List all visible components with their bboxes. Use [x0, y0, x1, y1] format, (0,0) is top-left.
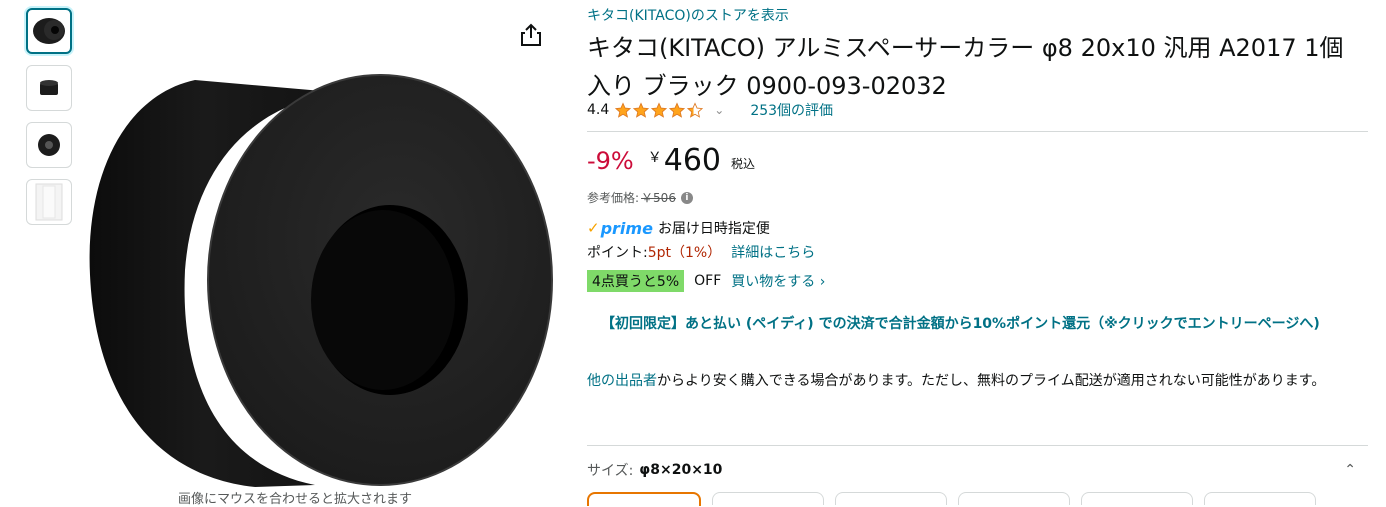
reference-price: 参考価格: ￥506 i: [587, 189, 693, 206]
divider: [587, 131, 1368, 132]
rating-row: 4.4 ⌄ 253個の評価: [587, 100, 833, 120]
thumbnail-2[interactable]: [26, 65, 72, 111]
thumbnail-4[interactable]: [26, 179, 72, 225]
star-rating[interactable]: [614, 101, 704, 119]
spacer-side-icon: [40, 80, 58, 95]
size-swatch[interactable]: [835, 492, 947, 505]
review-count-link[interactable]: 253個の評価: [750, 100, 833, 120]
product-title: キタコ(KITACO) アルミスペーサーカラー φ8 20x10 汎用 A201…: [587, 34, 1344, 100]
chevron-up-icon[interactable]: ⌃: [1344, 462, 1356, 478]
other-sellers-notice: 他の出品者からより安く購入できる場合があります。ただし、無料のプライム配送が適用…: [587, 370, 1357, 392]
price-amount: 460: [663, 143, 721, 178]
size-swatch[interactable]: [587, 492, 701, 506]
promotion-off: OFF: [694, 273, 722, 289]
prime-delivery: ✓ prime お届け日時指定便: [587, 218, 770, 238]
star-icon: [687, 101, 704, 118]
star-icon: [633, 101, 650, 118]
paidy-promotion-link[interactable]: 【初回限定】あと払い (ペイディ) での決済で合計金額から10%ポイント還元（※…: [601, 313, 1351, 335]
spacer-thumb-icon: [33, 18, 65, 44]
delivery-text: お届け日時指定便: [657, 221, 770, 237]
currency-symbol: ￥: [647, 150, 662, 166]
thumbnail-1[interactable]: [26, 8, 72, 54]
size-selector-header[interactable]: サイズ: φ8×20×10 ⌃: [587, 460, 1368, 480]
divider: [587, 445, 1368, 446]
star-icon: [615, 101, 632, 118]
chevron-down-icon[interactable]: ⌄: [714, 103, 724, 117]
prime-logo: ✓ prime: [587, 218, 653, 238]
promotion-badge: 4点買うと5%: [587, 270, 685, 292]
discount-percent: -9%: [587, 147, 634, 175]
size-swatch[interactable]: [958, 492, 1070, 505]
other-sellers-text: からより安く購入できる場合があります。ただし、無料のプライム配送が適用されない可…: [657, 373, 1326, 389]
size-value: φ8×20×10: [639, 462, 723, 478]
prime-check-icon: ✓: [587, 219, 600, 237]
reference-price-label: 参考価格:: [587, 191, 640, 205]
size-label: サイズ:: [587, 463, 634, 479]
size-swatches: [587, 492, 1327, 506]
points-label: ポイント:: [587, 245, 648, 261]
shop-promotion-link[interactable]: 買い物をする ›: [731, 271, 825, 291]
size-swatch[interactable]: [712, 492, 824, 505]
points-value: 5pt（1%）: [647, 245, 722, 261]
other-sellers-link[interactable]: 他の出品者: [587, 373, 657, 389]
points-details-link[interactable]: 詳細はこちら: [731, 242, 815, 262]
info-icon[interactable]: i: [680, 191, 693, 204]
package-icon: [35, 183, 63, 221]
thumbnail-3[interactable]: [26, 122, 72, 168]
star-icon: [669, 101, 686, 118]
promotion-row: 4点買うと5% OFF 買い物をする ›: [587, 270, 825, 292]
tax-label: 税込: [731, 157, 756, 171]
price-block: -9% ￥ 460 税込: [587, 143, 755, 183]
points-row: ポイント: 5pt（1%） 詳細はこちら: [587, 242, 815, 262]
reference-price-value: ￥506: [641, 191, 676, 205]
store-link[interactable]: キタコ(KITACO)のストアを表示: [587, 5, 789, 25]
main-product-image[interactable]: [85, 55, 555, 490]
spacer-top-icon: [38, 134, 60, 156]
size-swatch[interactable]: [1081, 492, 1193, 505]
size-swatch[interactable]: [1204, 492, 1316, 505]
rating-value: 4.4: [587, 102, 610, 118]
share-icon[interactable]: [518, 22, 544, 48]
star-icon: [651, 101, 668, 118]
thumbnail-list: [26, 8, 74, 236]
